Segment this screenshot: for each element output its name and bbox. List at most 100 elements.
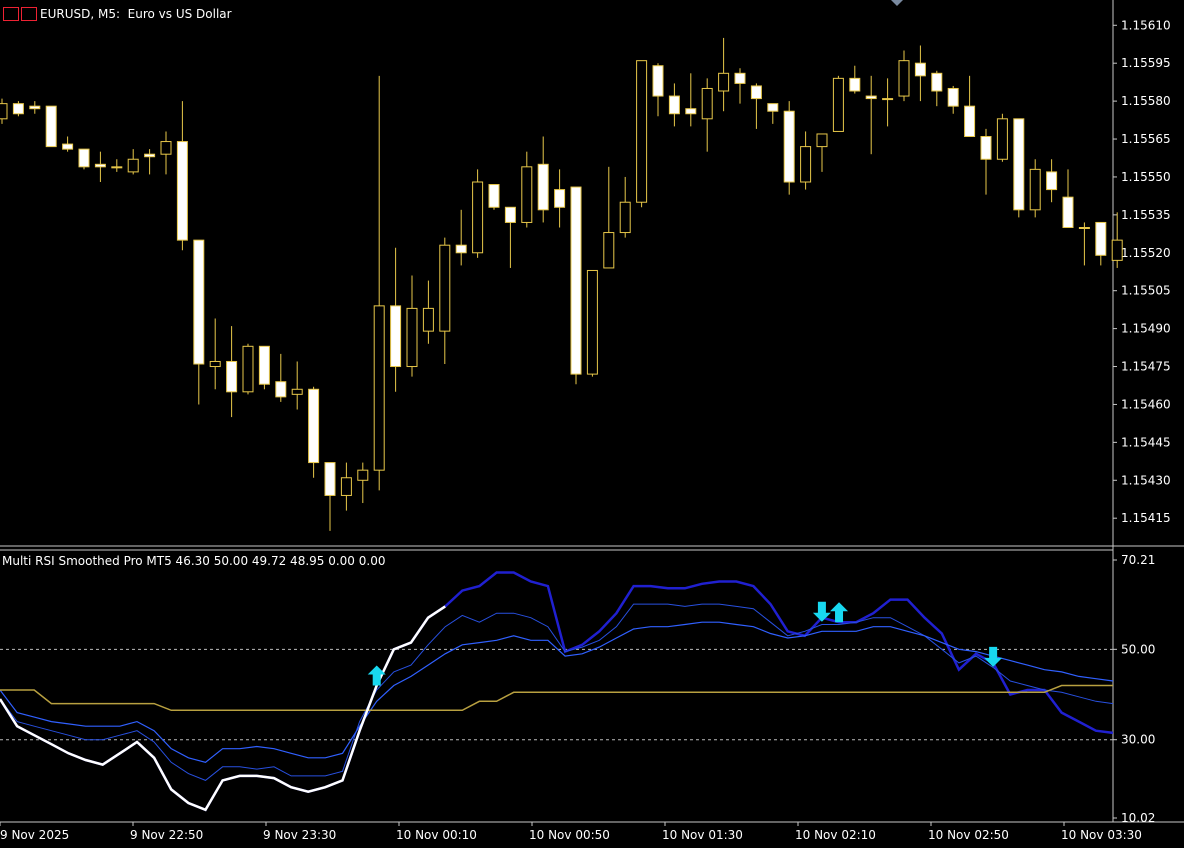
candle <box>209 318 221 390</box>
bear-candle-body <box>570 186 582 375</box>
candle <box>964 75 976 137</box>
candle <box>439 237 451 364</box>
bear-candle-body <box>45 105 57 148</box>
bear-candle-body <box>275 381 287 398</box>
bull-candle-body <box>1078 227 1090 229</box>
candle <box>1062 169 1074 229</box>
bear-candle-body <box>1095 221 1107 256</box>
candle <box>816 133 828 172</box>
candle <box>1078 222 1090 266</box>
candle <box>832 75 844 132</box>
candle <box>652 63 664 117</box>
price-tick-label: 1.15565 <box>1121 132 1171 146</box>
candle <box>800 131 812 190</box>
bear-candle-body <box>94 163 106 168</box>
price-tick-label: 1.15505 <box>1121 284 1171 298</box>
candle <box>603 166 615 269</box>
shift-marker-icon <box>891 0 903 6</box>
candle <box>849 65 861 94</box>
bear-candle-body <box>783 110 795 183</box>
candle <box>537 136 549 223</box>
price-tick-label: 1.15475 <box>1121 360 1171 374</box>
symbol-description: Euro vs US Dollar <box>127 7 232 21</box>
candle <box>472 169 484 258</box>
price-tick-label: 1.15415 <box>1121 511 1171 525</box>
price-tick-label: 1.15580 <box>1121 94 1171 108</box>
bull-candle-body <box>1111 239 1123 261</box>
rsi-tick-label: 30.00 <box>1121 733 1155 747</box>
price-tick-label: 1.15460 <box>1121 397 1171 411</box>
time-tick-label: 10 Nov 00:50 <box>529 828 610 842</box>
candle <box>980 128 992 195</box>
bear-candle-body <box>176 141 188 241</box>
candle <box>570 186 582 385</box>
bear-candle-body <box>324 462 336 496</box>
candle <box>504 206 516 268</box>
candle <box>422 280 434 344</box>
candle <box>94 151 106 182</box>
price-tick-label: 1.15490 <box>1121 322 1171 336</box>
candle <box>144 149 156 175</box>
rsi-tick-label: 10.02 <box>1121 811 1155 825</box>
candle <box>176 101 188 251</box>
bull-candle-body <box>357 469 369 481</box>
bull-candle-body <box>373 305 385 471</box>
bear-candle-body <box>1062 196 1074 229</box>
candle <box>1029 159 1041 218</box>
bear-candle-body <box>947 87 959 107</box>
bull-candle-body <box>882 98 894 101</box>
bear-candle-body <box>390 305 402 368</box>
bear-candle-body <box>537 163 549 211</box>
arrow-shape <box>984 646 1003 667</box>
bear-candle-body <box>980 136 992 160</box>
candle <box>521 151 533 228</box>
candle <box>62 136 74 152</box>
time-tick-label: 9 Nov 23:30 <box>263 828 336 842</box>
bear-candle-body <box>308 388 320 464</box>
bull-candle-body <box>242 345 254 393</box>
bull-candle-body <box>996 118 1008 160</box>
bull-candle-body <box>832 77 844 132</box>
chart-canvas[interactable]: 1.15610 1.15595 1.15580 1.15565 1.15550 1.155… <box>0 0 1184 848</box>
menu-icon[interactable] <box>3 7 19 21</box>
candle <box>0 98 8 124</box>
bear-candle-body <box>914 62 926 77</box>
bear-candle-body <box>931 72 943 92</box>
bear-candle-body <box>193 239 205 365</box>
candle <box>357 462 369 504</box>
candle <box>291 361 303 410</box>
candle <box>898 50 910 102</box>
symbol-label: EURUSD, M5: <box>40 7 121 21</box>
candle <box>275 353 287 402</box>
bear-candle-body <box>226 360 238 393</box>
candle <box>931 70 943 107</box>
bull-candle-body <box>406 307 418 368</box>
bull-candle-body <box>800 146 812 183</box>
bear-candle-body <box>685 108 697 115</box>
chart-type-icon[interactable] <box>21 7 37 21</box>
bear-candle-body <box>144 153 156 158</box>
candle <box>865 75 877 155</box>
time-tick-label: 10 Nov 03:30 <box>1061 828 1142 842</box>
candle <box>406 275 418 377</box>
time-tick-label: 10 Nov 00:10 <box>396 828 477 842</box>
bear-candle-body <box>750 85 762 100</box>
candle <box>242 343 254 395</box>
buy-arrow-icon <box>367 665 386 686</box>
time-tick-label: 10 Nov 01:30 <box>662 828 743 842</box>
bull-candle-body <box>439 244 451 332</box>
candle <box>554 169 566 228</box>
candle <box>1013 118 1025 218</box>
candle <box>45 105 57 148</box>
time-tick-label: 10 Nov 02:50 <box>928 828 1009 842</box>
bear-candle-body <box>652 65 664 97</box>
candle <box>882 78 894 127</box>
indicator-label: Multi RSI Smoothed Pro MT5 46.30 50.00 4… <box>2 554 386 568</box>
price-tick-label: 1.15445 <box>1121 435 1171 449</box>
price-tick-label: 1.15520 <box>1121 246 1171 260</box>
arrow-shape <box>367 665 386 686</box>
bull-candle-body <box>340 477 352 496</box>
bull-candle-body <box>816 133 828 148</box>
candle <box>685 73 697 127</box>
time-tick-label: 9 Nov 2025 <box>0 828 69 842</box>
